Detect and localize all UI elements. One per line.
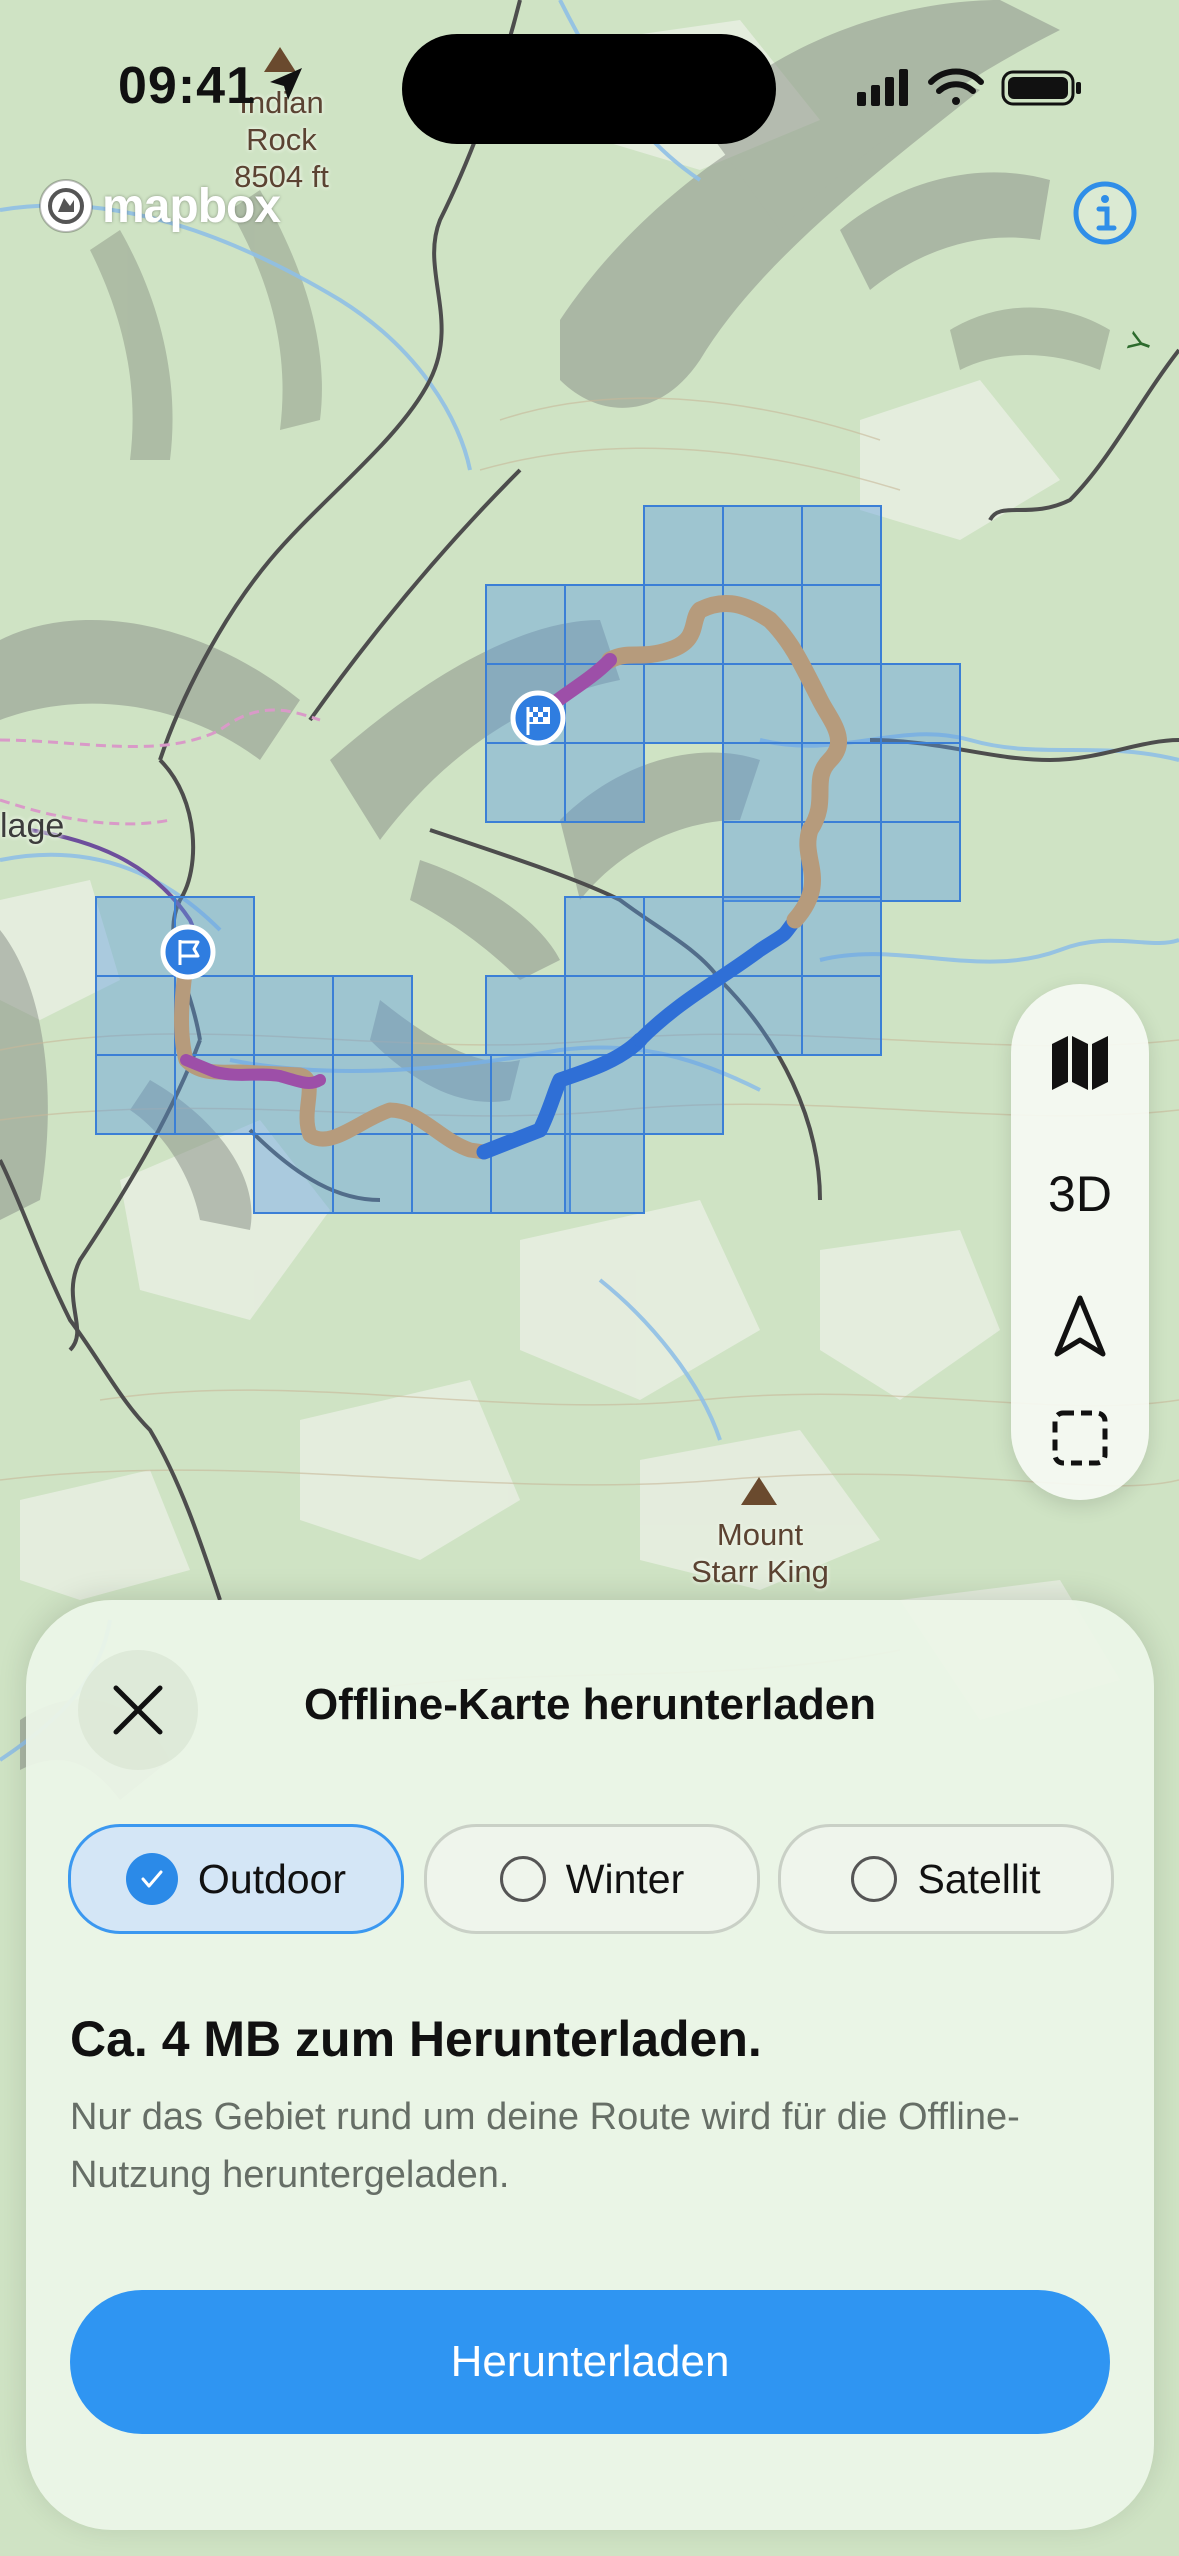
cellular-signal-icon (857, 69, 908, 106)
mapbox-mark-icon (39, 179, 93, 233)
map-layers-button[interactable] (1011, 1002, 1149, 1122)
map-type-label: Satellit (917, 1855, 1041, 1902)
map-type-chip-winter[interactable]: Winter (424, 1824, 760, 1934)
battery-icon (1001, 70, 1081, 106)
selection-frame-icon (1052, 1410, 1108, 1466)
map-label-village: lage (0, 807, 65, 845)
mapbox-wordmark: mapbox (102, 179, 281, 233)
download-description: Nur das Gebiet rund um deine Route wird … (70, 2096, 1020, 2196)
status-icons (857, 64, 1087, 112)
select-area-button[interactable] (1011, 1378, 1149, 1498)
map-type-chip-outdoor[interactable]: Outdoor (68, 1824, 404, 1934)
radio-empty-icon (499, 1856, 546, 1902)
sheet-title: Offline-Karte herunterladen (303, 1680, 877, 1729)
3d-mode-button[interactable]: 3D (1011, 1134, 1149, 1254)
map-type-chip-satellit[interactable]: Satellit (778, 1824, 1114, 1934)
info-button[interactable] (1070, 178, 1140, 248)
navigation-arrow-icon (1054, 1295, 1106, 1357)
map-type-label: Outdoor (197, 1855, 347, 1902)
info-icon (1073, 181, 1137, 245)
map-type-selector: Outdoor Winter Satellit (68, 1824, 1114, 1934)
status-bar: 09:41 (0, 0, 1179, 170)
locate-button[interactable] (1011, 1266, 1149, 1386)
mapbox-logo: mapbox (36, 176, 281, 236)
checkmark-icon (125, 1853, 178, 1905)
map-layers-icon (1052, 1036, 1108, 1090)
dynamic-island (402, 34, 776, 144)
map-control-stack: 3D (1011, 984, 1149, 1500)
wifi-icon (928, 68, 984, 105)
download-size-text: Ca. 4 MB zum Herunterladen. (70, 2011, 762, 2067)
status-time: 09:41 (118, 57, 256, 115)
location-arrow-icon (262, 62, 308, 113)
3d-mode-label: 3D (1048, 1166, 1112, 1222)
map-type-label: Winter (565, 1855, 685, 1902)
download-button[interactable]: Herunterladen (70, 2290, 1110, 2434)
radio-empty-icon (851, 1856, 898, 1902)
offline-download-sheet: Offline-Karte herunterladen Outdoor Wint… (26, 1600, 1154, 2530)
map-label-mount-starr-king: Mount Starr King (691, 1517, 829, 1589)
